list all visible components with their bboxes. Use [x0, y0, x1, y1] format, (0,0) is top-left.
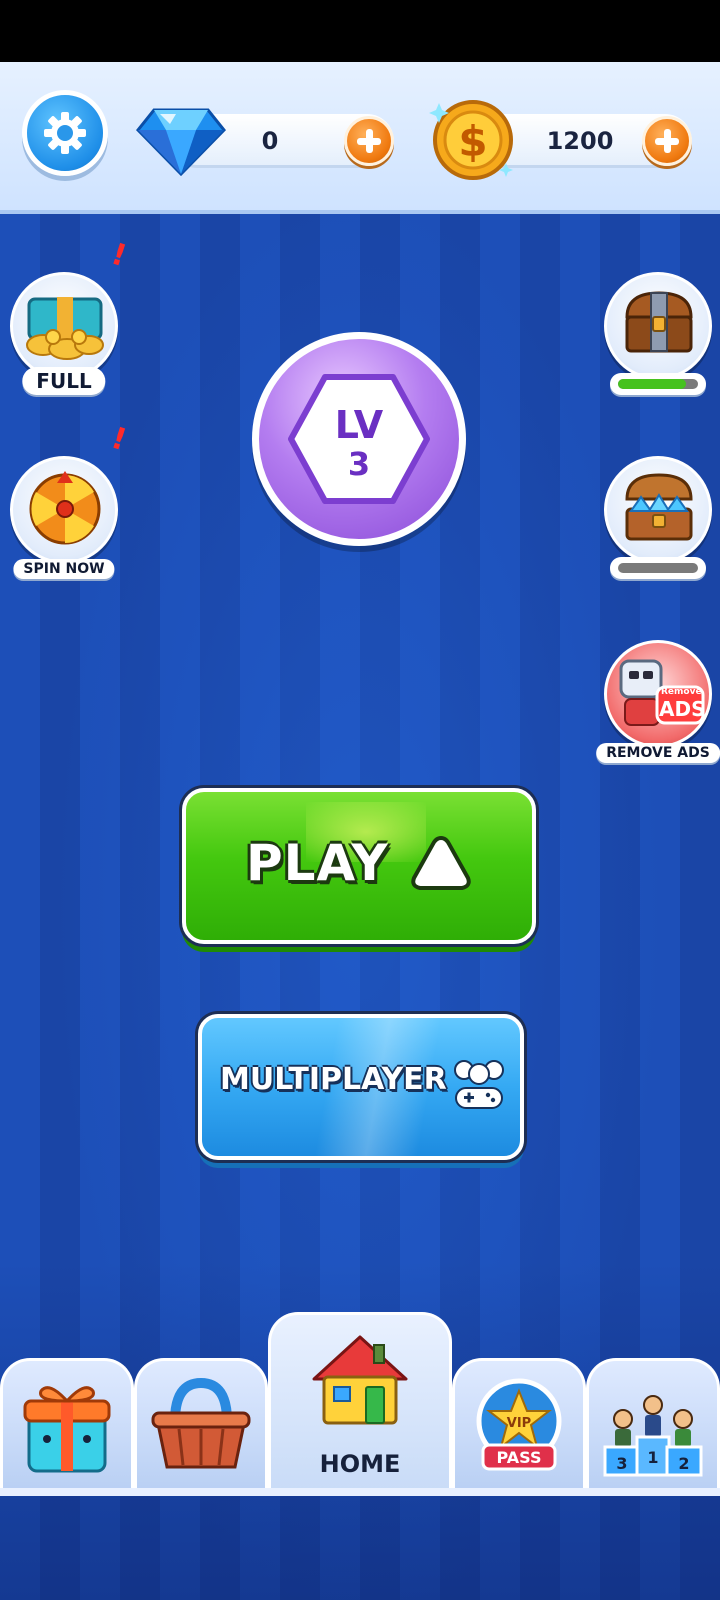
spin-now-label: SPIN NOW: [13, 559, 115, 579]
nav-tab-shop[interactable]: [134, 1358, 268, 1494]
bottom-navigation: HOME VIP PASS 3 1 2: [0, 1312, 720, 1534]
nav-tab-vip-pass[interactable]: VIP PASS: [452, 1358, 586, 1494]
spin-wheel-button[interactable]: SPIN NOW: [10, 456, 118, 579]
coin-pile-status: FULL: [22, 367, 106, 395]
multiplayer-label: MULTIPLAYER: [220, 1062, 447, 1097]
settings-button[interactable]: [22, 90, 108, 176]
spin-alert-icon: !: [106, 420, 131, 459]
nav-tab-gifts[interactable]: [0, 1358, 134, 1494]
remove-ads-icon-subtext: Remove: [661, 687, 702, 697]
vip-pass-icon: VIP PASS: [476, 1378, 562, 1471]
remove-ads-icon-text: ADS: [659, 697, 706, 721]
nav-tab-leaderboard[interactable]: 3 1 2: [586, 1358, 720, 1494]
level-prefix: LV: [334, 403, 384, 447]
status-bar: [0, 0, 720, 62]
gift-box-icon: [23, 1386, 111, 1473]
vip-text: VIP: [507, 1416, 531, 1431]
add-gems-button[interactable]: [344, 116, 394, 166]
podium-first-text: 1: [647, 1448, 658, 1467]
gear-icon: [44, 112, 86, 154]
shopping-basket-icon: [151, 1377, 251, 1469]
podium-second-text: 2: [678, 1454, 689, 1473]
house-icon: [312, 1335, 408, 1425]
remove-ads-label: REMOVE ADS: [596, 743, 720, 763]
chest-progress-fill: [618, 379, 686, 389]
play-button[interactable]: PLAY: [182, 788, 536, 944]
play-label: PLAY: [246, 834, 389, 892]
gem-chest-icon: [625, 473, 693, 541]
triangle-icon: [411, 835, 471, 890]
nav-tab-home[interactable]: HOME: [268, 1312, 452, 1494]
treasure-chest-button[interactable]: [604, 272, 712, 395]
svg-text:$: $: [458, 117, 487, 166]
coin-pile-alert-icon: !: [106, 236, 131, 275]
diamond-icon: [136, 108, 226, 176]
home-label: HOME: [319, 1450, 401, 1478]
coin-icon: $: [429, 100, 513, 180]
treasure-chest-icon: [625, 291, 693, 353]
gem-chest-button[interactable]: [604, 456, 712, 579]
nav-baseline: [0, 1488, 720, 1496]
coin-chest-icon: [26, 297, 104, 360]
leaderboard-podium-icon: 3 1 2: [603, 1395, 703, 1477]
coins-value: 1200: [546, 127, 614, 155]
currency-bar: 0 1200 $: [0, 62, 720, 210]
pass-text: PASS: [497, 1448, 542, 1467]
level-number: 3: [347, 445, 371, 483]
gems-value: 0: [261, 127, 279, 155]
podium-third-text: 3: [616, 1454, 627, 1473]
level-badge[interactable]: LV 3: [252, 332, 466, 546]
chest-progress-bar: [610, 373, 706, 395]
remove-ads-button[interactable]: Remove ADS REMOVE ADS: [596, 640, 720, 763]
game-screen: 0 1200 $ FULL ! SPIN NOW ! Remove ADS RE…: [0, 62, 720, 1600]
multiplayer-button[interactable]: MULTIPLAYER: [198, 1014, 524, 1160]
coin-pile-reward-button[interactable]: FULL: [10, 272, 118, 395]
prize-wheel-icon: [29, 471, 101, 545]
multiplayer-group-icon: [454, 1060, 504, 1109]
gem-chest-progress-bar: [610, 557, 706, 579]
add-coins-button[interactable]: [642, 116, 692, 166]
